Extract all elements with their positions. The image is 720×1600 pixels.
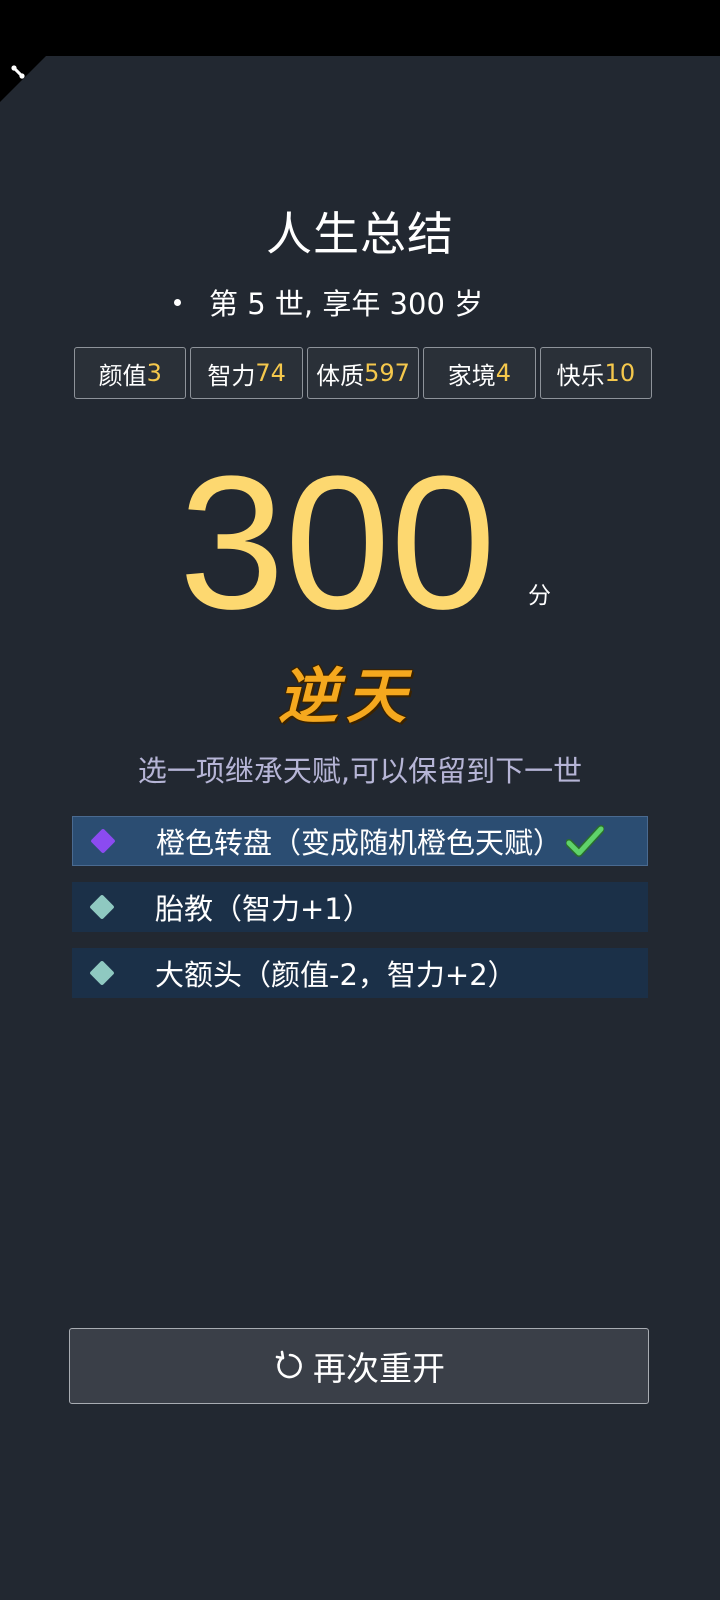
stat-label: 颜值 xyxy=(98,361,147,390)
talent-label: 大额头（颜值-2，智力+2） xyxy=(155,958,517,992)
life-summary: 第 5 世, 享年 300 岁 xyxy=(174,282,483,322)
page-title: 人生总结 xyxy=(266,207,454,261)
stat-value: 10 xyxy=(604,359,636,387)
restart-button[interactable]: 再次重开 xyxy=(69,1328,649,1404)
stat-value: 74 xyxy=(255,359,286,387)
bullet-icon xyxy=(174,298,181,306)
diamond-icon xyxy=(89,960,115,986)
stat-label: 家境 xyxy=(447,361,496,390)
stat-label: 快乐 xyxy=(556,361,605,390)
diamond-icon xyxy=(90,828,116,854)
score-unit: 分 xyxy=(528,583,551,609)
stat-intelligence: 智力 74 xyxy=(190,347,303,399)
refresh-icon xyxy=(275,1350,302,1379)
talent-label: 橙色转盘（变成随机橙色天赋） xyxy=(156,826,563,860)
talent-label: 胎教（智力+1） xyxy=(155,892,372,926)
stat-happiness: 快乐 10 xyxy=(539,347,653,399)
diamond-icon xyxy=(89,894,115,920)
stat-appearance: 颜值 3 xyxy=(74,347,187,399)
checkmark-icon xyxy=(566,825,605,857)
stat-value: 597 xyxy=(364,359,410,387)
stat-constitution: 体质 597 xyxy=(306,347,420,399)
stat-label: 体质 xyxy=(316,361,365,390)
final-score: 300 xyxy=(178,437,496,649)
bone-icon xyxy=(11,65,25,79)
life-summary-text: 第 5 世, 享年 300 岁 xyxy=(209,287,484,321)
talent-option[interactable]: 胎教（智力+1） xyxy=(72,882,648,932)
restart-label: 再次重开 xyxy=(313,1349,445,1388)
talent-option[interactable]: 大额头（颜值-2，智力+2） xyxy=(72,948,648,998)
score-grade: 逆天 xyxy=(278,662,414,732)
talent-option-selected[interactable]: 橙色转盘（变成随机橙色天赋） xyxy=(72,816,648,866)
stat-value: 4 xyxy=(495,359,512,387)
stat-value: 3 xyxy=(146,359,162,387)
status-bar xyxy=(0,0,720,56)
inherit-hint: 选一项继承天赋,可以保留到下一世 xyxy=(137,754,583,788)
stats-row: 颜值 3 智力 74 体质 597 家境 4 快乐 10 xyxy=(74,347,653,399)
stat-label: 智力 xyxy=(207,361,256,390)
talent-list: 橙色转盘（变成随机橙色天赋） 胎教（智力+1） 大额头（颜值-2，智力+2） xyxy=(72,816,648,1014)
stat-family: 家境 4 xyxy=(423,347,536,399)
